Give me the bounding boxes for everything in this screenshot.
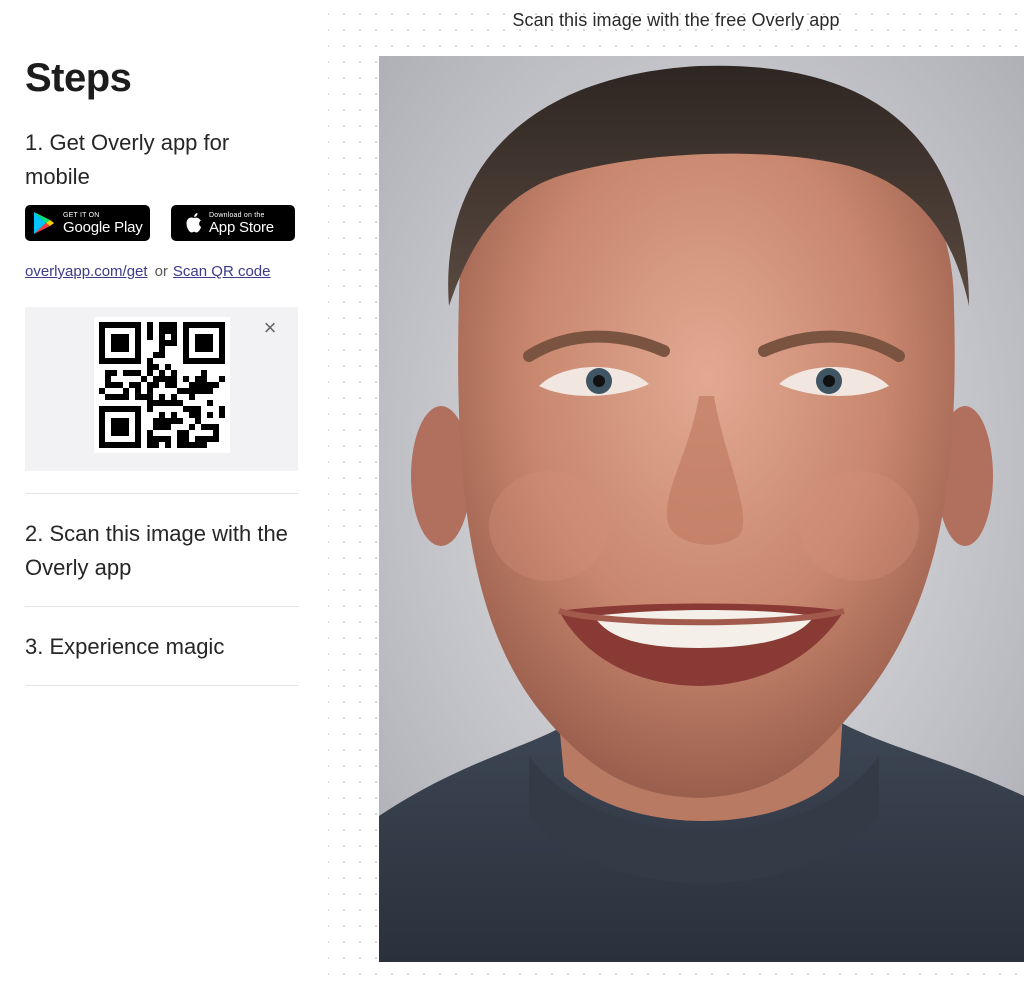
overly-get-link[interactable]: overlyapp.com/get [25,263,148,280]
scan-qr-link[interactable]: Scan QR code [173,263,271,280]
steps-title: Steps [25,56,132,100]
step-2-text: 2. Scan this image with the Overly app [25,521,288,580]
step-3-text: 3. Experience magic [25,634,225,659]
divider [25,685,299,686]
app-store-button[interactable]: Download on the App Store [171,205,295,241]
app-store-label: App Store [209,218,274,236]
apple-icon [185,212,203,234]
links-row: overlyapp.com/get or Scan QR code [25,263,270,280]
divider [25,493,299,494]
google-play-label: Google Play [63,218,143,236]
qr-code-panel: × [25,307,298,471]
close-icon[interactable]: × [261,317,279,339]
scan-canvas: Scan this image with the free Overly app [328,0,1024,982]
or-text: or [154,263,168,280]
google-play-icon [33,211,55,235]
canvas-caption: Scan this image with the free Overly app [512,10,840,30]
divider [25,606,299,607]
google-play-button[interactable]: GET IT ON Google Play [25,205,150,241]
qr-code-image [94,317,230,453]
step-1-text: 1. Get Overly app for mobile [25,130,230,189]
portrait-photo [379,56,1024,962]
